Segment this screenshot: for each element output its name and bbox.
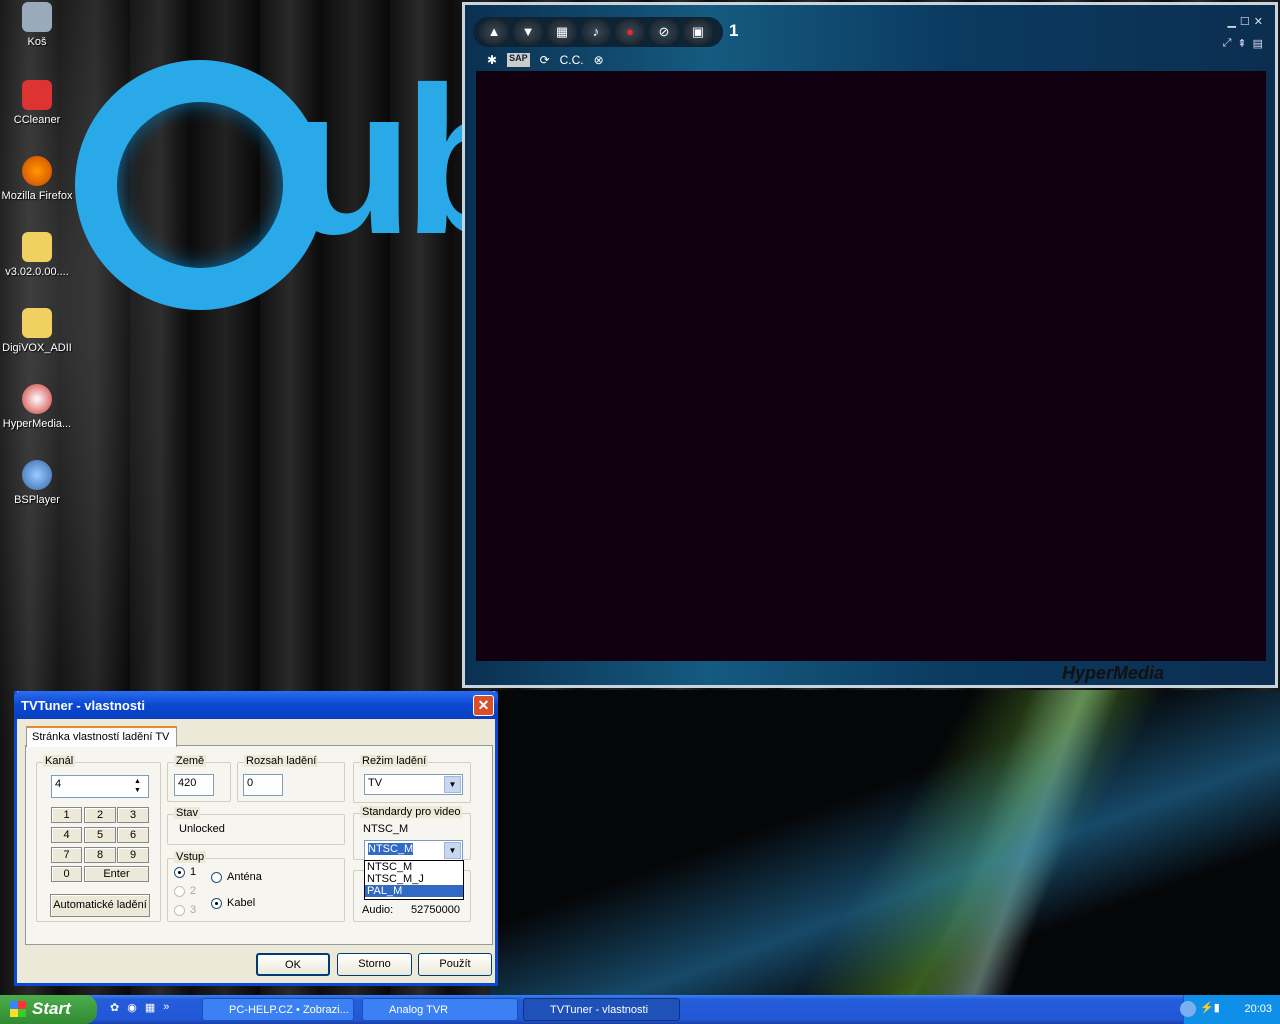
input-2-label: 2 bbox=[190, 885, 197, 897]
option-ntsc-m[interactable]: NTSC_M bbox=[365, 861, 463, 873]
taskbar: Start ✿ ◉ ▦ » PC-HELP.CZ • Zobrazi... Analo… bbox=[0, 995, 1280, 1024]
channel-number: 1 bbox=[729, 21, 739, 40]
desktop-icon-bsplayer[interactable]: BSPlayer bbox=[0, 460, 74, 506]
status-value: Unlocked bbox=[179, 823, 225, 835]
grid-icon[interactable]: ▦ bbox=[547, 19, 577, 45]
cable-label: Kabel bbox=[227, 897, 256, 909]
audio-value: 52750000 bbox=[411, 904, 460, 916]
ok-button[interactable]: OK bbox=[256, 953, 330, 976]
icon-label: Mozilla Firefox bbox=[1, 190, 73, 202]
cc-button[interactable]: C.C. bbox=[560, 53, 584, 67]
key-7[interactable]: 7 bbox=[51, 847, 82, 863]
wallpaper-swoosh bbox=[490, 690, 1280, 995]
channel-spinner[interactable]: ▲ ▼ bbox=[134, 777, 141, 795]
hypermedia-player-window: ▲ ▼ ▦ ♪ ● ⊘ ▣ 1 ✱ SAP ⟳ C.C. ⊗ ▁ ☐ ✕ ⤢ ⇞ ▤ HyperMe… bbox=[462, 2, 1278, 688]
music-note-icon[interactable]: ♪ bbox=[581, 19, 611, 45]
task-tvtuner[interactable]: TVTuner - vlastnosti bbox=[523, 998, 680, 1021]
cancel-button[interactable]: Storno bbox=[337, 953, 412, 976]
input-3-radio[interactable] bbox=[174, 905, 185, 916]
brand-logo: HyperMedia bbox=[1062, 663, 1165, 683]
player-toolbar: ▲ ▼ ▦ ♪ ● ⊘ ▣ bbox=[473, 17, 723, 47]
mute-icon[interactable]: ⊗ bbox=[594, 53, 604, 67]
tuning-range-input[interactable]: 0 bbox=[243, 774, 283, 796]
desktop-icon-hypermedia[interactable]: HyperMedia... bbox=[0, 384, 74, 430]
quicklaunch-more-icon[interactable]: » bbox=[163, 1001, 169, 1014]
desktop-icon-firefox[interactable]: Mozilla Firefox bbox=[0, 156, 74, 202]
icon-label: CCleaner bbox=[13, 114, 61, 126]
option-ntsc-m-j[interactable]: NTSC_M_J bbox=[365, 873, 463, 885]
arrow-down-icon[interactable]: ▼ bbox=[513, 19, 543, 45]
input-1-radio[interactable] bbox=[174, 867, 185, 878]
input-3-label: 3 bbox=[190, 904, 197, 916]
current-video-standard: NTSC_M bbox=[363, 823, 409, 835]
icon-label: DigiVOX_ADII bbox=[2, 342, 72, 354]
key-8[interactable]: 8 bbox=[84, 847, 116, 863]
maximize-icon[interactable]: ☐ bbox=[1240, 15, 1250, 28]
windows-logo-icon bbox=[10, 1001, 26, 1017]
sap-button[interactable]: SAP bbox=[507, 53, 530, 67]
close-icon[interactable]: ✕ bbox=[1254, 15, 1263, 28]
option-pal-m[interactable]: PAL_M bbox=[365, 885, 463, 897]
video-standard-dropdown-list: NTSC_M NTSC_M_J PAL_M bbox=[364, 860, 464, 900]
snapshot-icon[interactable]: ▣ bbox=[683, 19, 713, 45]
key-0[interactable]: 0 bbox=[51, 866, 82, 882]
aspect-icon[interactable]: ▤ bbox=[1253, 37, 1263, 50]
key-5[interactable]: 5 bbox=[84, 827, 116, 843]
key-enter[interactable]: Enter bbox=[84, 866, 149, 882]
icon-label: v3.02.0.00.... bbox=[5, 266, 69, 278]
task-firefox[interactable]: PC-HELP.CZ • Zobrazi... bbox=[202, 998, 354, 1021]
cable-radio[interactable] bbox=[211, 898, 222, 909]
record-icon[interactable]: ● bbox=[615, 19, 645, 45]
key-9[interactable]: 9 bbox=[117, 847, 149, 863]
apply-button[interactable]: Použít bbox=[418, 953, 492, 976]
system-tray: ⚡▮ 20:03 bbox=[1180, 995, 1280, 1024]
antenna-radio[interactable] bbox=[211, 872, 222, 883]
quicklaunch-bsplayer-icon[interactable]: ◉ bbox=[127, 1001, 137, 1014]
icon-label: BSPlayer bbox=[14, 494, 60, 506]
video-standard-select[interactable]: NTSC_M ▼ bbox=[364, 840, 463, 861]
icon-label: Koš bbox=[27, 36, 47, 48]
chevron-down-icon[interactable]: ▼ bbox=[444, 842, 461, 859]
input-2-radio[interactable] bbox=[174, 886, 185, 897]
tuning-mode-select[interactable]: TV ▼ bbox=[364, 774, 463, 795]
clock: 20:03 bbox=[1244, 1003, 1272, 1015]
tray-expand-icon[interactable] bbox=[1180, 1001, 1196, 1017]
tab-tuning-properties[interactable]: Stránka vlastností ladění TV bbox=[26, 726, 177, 747]
settings-icon[interactable]: ✱ bbox=[487, 53, 497, 67]
key-4[interactable]: 4 bbox=[51, 827, 82, 843]
input-1-label: 1 bbox=[190, 866, 197, 878]
quicklaunch-clapper-icon[interactable]: ▦ bbox=[145, 1001, 155, 1014]
icon-label: HyperMedia... bbox=[2, 418, 72, 430]
auto-tune-button[interactable]: Automatické ladění bbox=[50, 894, 150, 917]
close-button[interactable]: ✕ bbox=[473, 695, 494, 716]
dialog-title: TVTuner - vlastnosti ✕ bbox=[14, 691, 498, 719]
country-input[interactable]: 420 bbox=[174, 774, 214, 796]
desktop-icon-ccleaner[interactable]: CCleaner bbox=[0, 80, 74, 126]
audio-label: Audio: bbox=[362, 904, 394, 916]
task-analog-tvr[interactable]: Analog TVR bbox=[362, 998, 518, 1021]
desktop-icon-folder[interactable]: DigiVOX_ADII bbox=[0, 308, 74, 354]
tray-app-icon[interactable]: ⚡▮ bbox=[1200, 1001, 1220, 1014]
refresh-icon[interactable]: ⟳ bbox=[540, 53, 550, 67]
key-2[interactable]: 2 bbox=[84, 807, 116, 823]
chevron-down-icon[interactable]: ▼ bbox=[444, 776, 461, 793]
key-6[interactable]: 6 bbox=[117, 827, 149, 843]
arrow-up-icon[interactable]: ▲ bbox=[479, 19, 509, 45]
key-1[interactable]: 1 bbox=[51, 807, 82, 823]
tvtuner-properties-dialog: TVTuner - vlastnosti ✕ Stránka vlastností… bbox=[14, 691, 498, 986]
desktop-icon-folder[interactable]: v3.02.0.00.... bbox=[0, 232, 74, 278]
antenna-label: Anténa bbox=[227, 871, 262, 883]
always-on-top-icon[interactable]: ⇞ bbox=[1237, 37, 1246, 50]
key-3[interactable]: 3 bbox=[117, 807, 149, 823]
minimize-icon[interactable]: ▁ bbox=[1227, 15, 1235, 28]
start-button[interactable]: Start bbox=[0, 995, 97, 1024]
video-area bbox=[476, 71, 1266, 661]
schedule-icon[interactable]: ⊘ bbox=[649, 19, 679, 45]
desktop-icon-recycle-bin[interactable]: Koš bbox=[0, 2, 74, 48]
quicklaunch-app-icon[interactable]: ✿ bbox=[110, 1001, 119, 1014]
fullscreen-icon[interactable]: ⤢ bbox=[1223, 37, 1232, 50]
